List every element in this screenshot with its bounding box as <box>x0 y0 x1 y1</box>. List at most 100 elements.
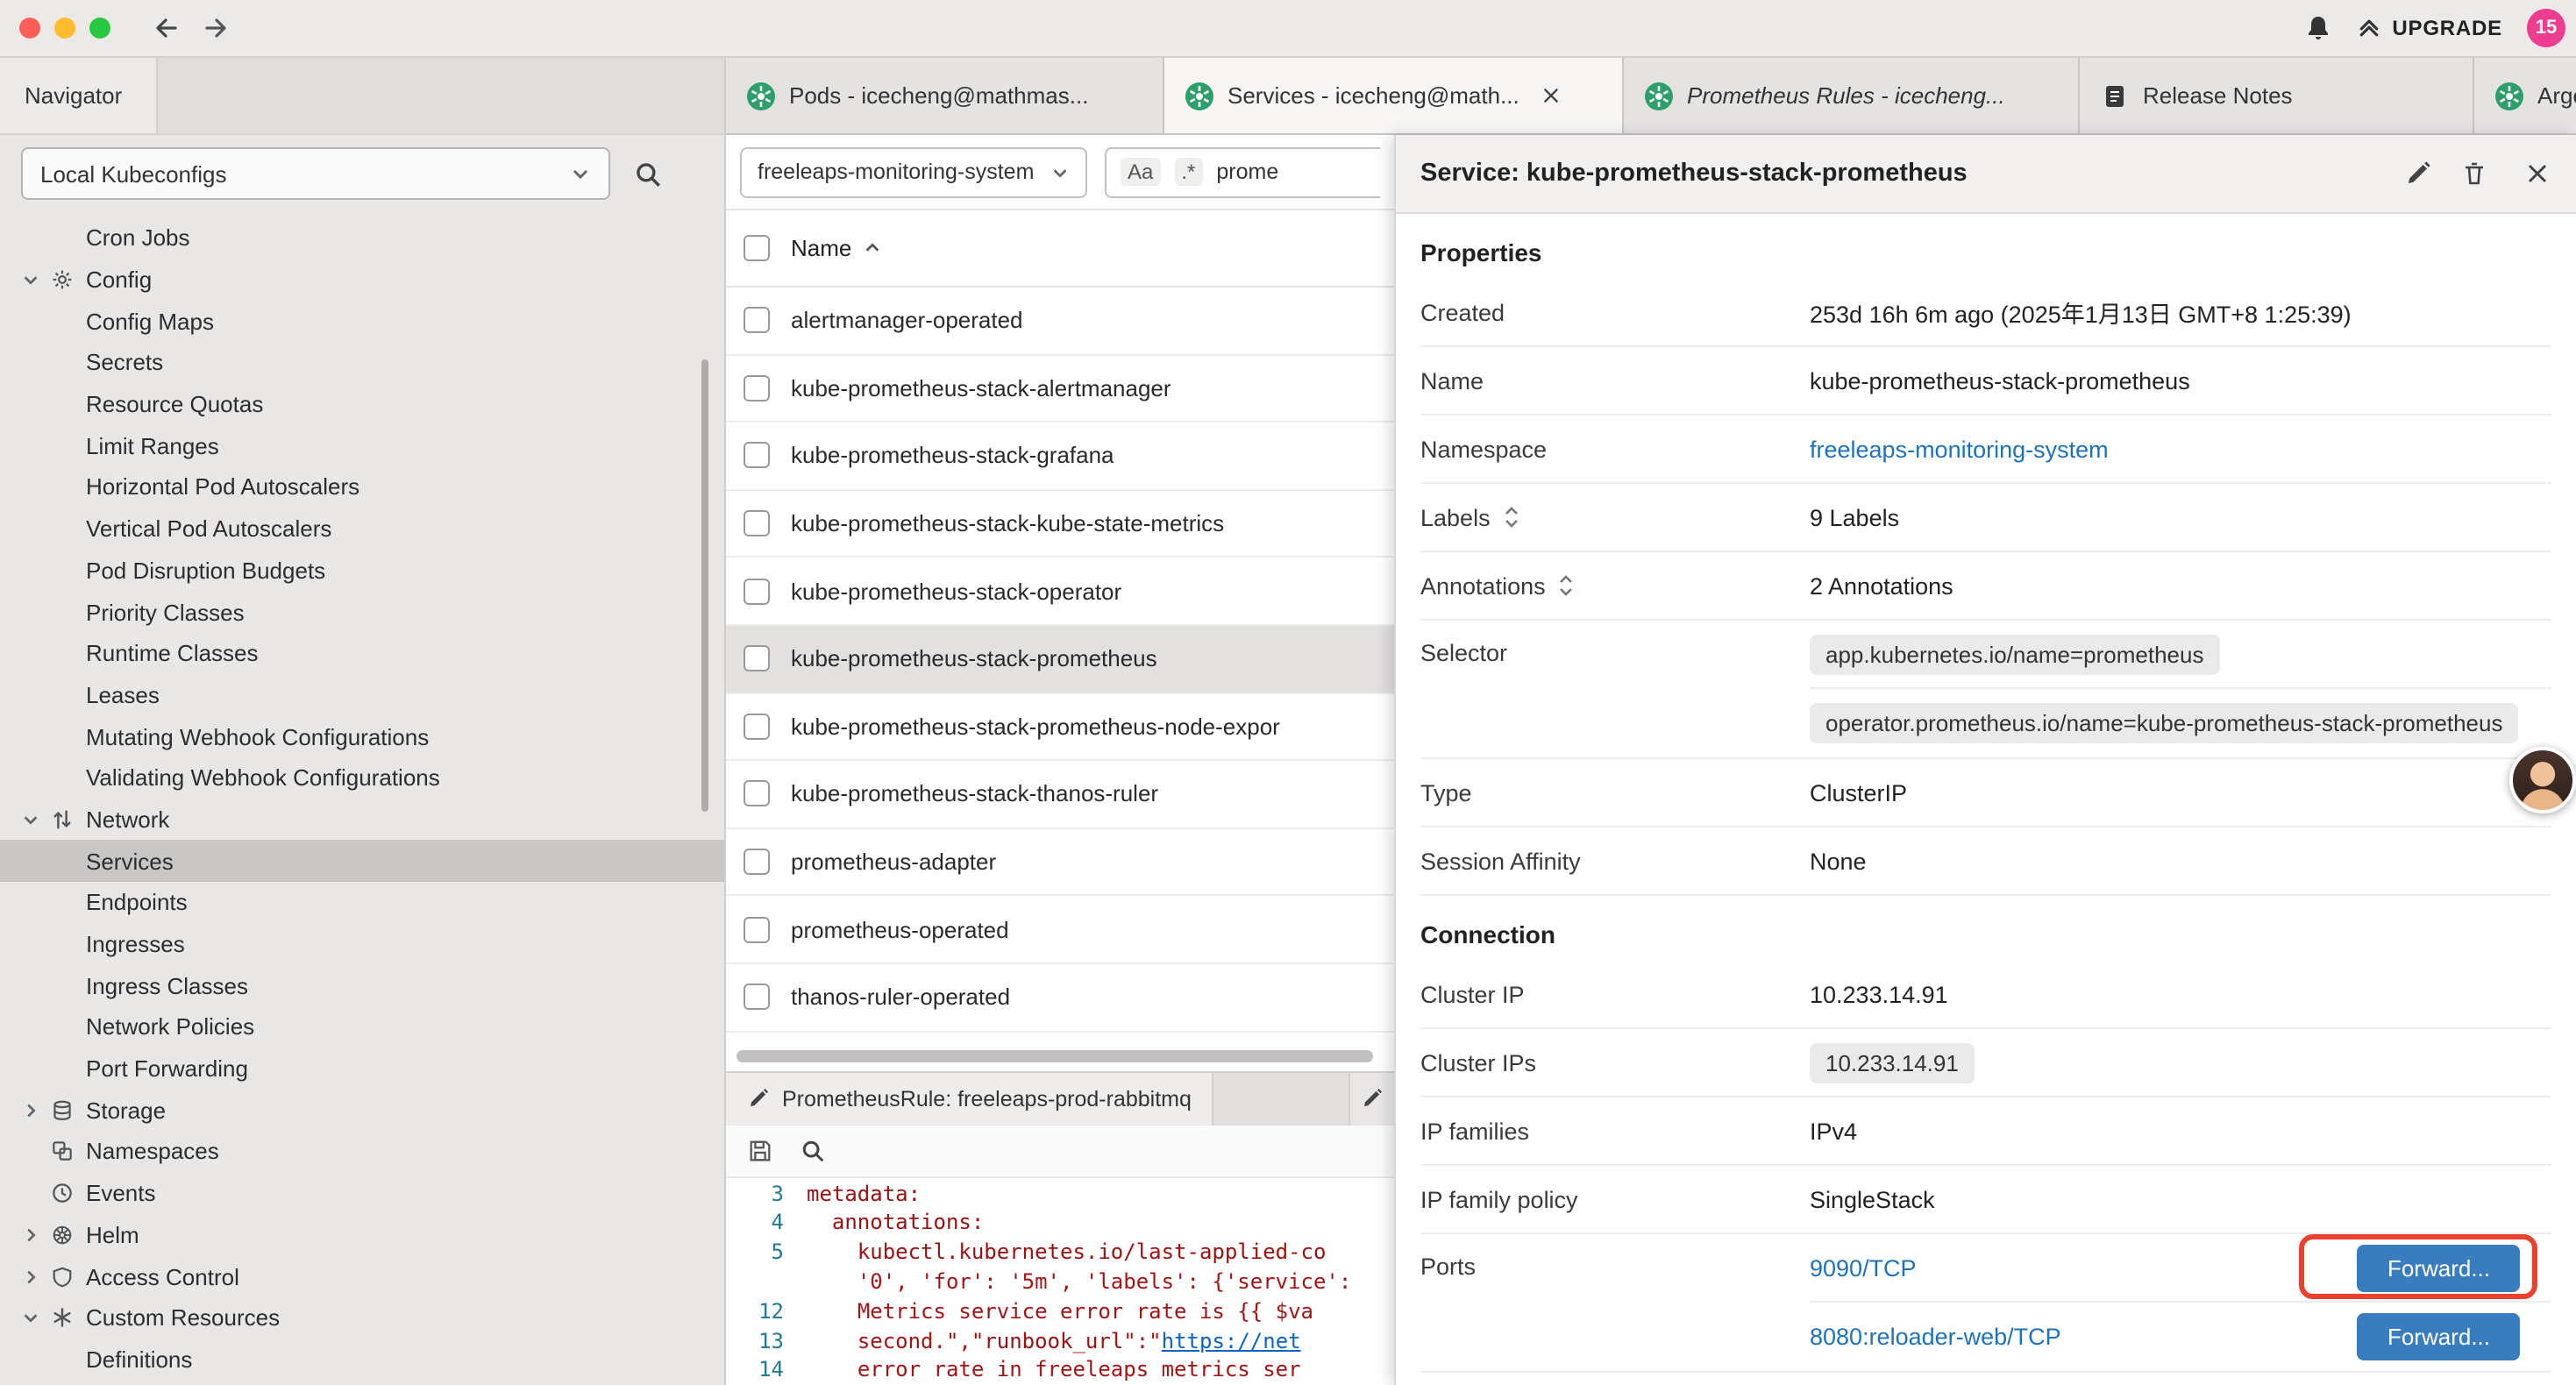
table-row[interactable]: kube-prometheus-stack-prometheus <box>726 626 1394 693</box>
namespace-link[interactable]: freeleaps-monitoring-system <box>1810 436 2109 462</box>
chevron-down-icon[interactable] <box>21 269 51 290</box>
forward-button[interactable]: Forward... <box>2358 1244 2520 1291</box>
forward-button[interactable]: Forward... <box>2358 1313 2520 1360</box>
table-row[interactable]: alertmanager-operated <box>726 288 1394 355</box>
row-checkbox[interactable] <box>744 916 770 942</box>
sidebar-item-definitions[interactable]: Definitions <box>0 1339 724 1380</box>
sidebar-item-leases[interactable]: Leases <box>0 674 724 715</box>
row-checkbox[interactable] <box>744 714 770 740</box>
tab-services-icecheng-math[interactable]: Services - icecheng@math... <box>1164 58 1624 133</box>
chevron-right-icon[interactable] <box>21 1100 51 1121</box>
table-row[interactable]: kube-prometheus-stack-alertmanager <box>726 355 1394 423</box>
row-checkbox[interactable] <box>744 781 770 807</box>
tab-prometheus-rules-icecheng[interactable]: Prometheus Rules - icecheng... <box>1624 58 2080 133</box>
kubeconfig-selector[interactable]: Local Kubeconfigs <box>21 147 610 200</box>
sidebar-item-config[interactable]: Config <box>0 259 724 300</box>
dock-tab-prometheusrule[interactable]: PrometheusRule: freeleaps-prod-rabbitmq <box>726 1072 1214 1125</box>
table-row[interactable]: kube-prometheus-stack-thanos-ruler <box>726 761 1394 828</box>
navigator-tab[interactable]: Navigator <box>0 58 158 133</box>
close-detail-button[interactable] <box>2523 160 2551 188</box>
minimize-window-button[interactable] <box>54 18 75 39</box>
table-row[interactable]: kube-prometheus-stack-operator <box>726 558 1394 626</box>
port-link[interactable]: 8080:reloader-web/TCP <box>1810 1324 2061 1350</box>
horizontal-scrollbar-thumb[interactable] <box>737 1049 1373 1062</box>
tab-pods-icecheng-mathmas[interactable]: Pods - icecheng@mathmas... <box>726 58 1164 133</box>
port-link[interactable]: 9090/TCP <box>1810 1254 1917 1281</box>
yaml-editor[interactable]: 3metadata:4 annotations:5 kubectl.kubern… <box>726 1177 1394 1385</box>
sidebar-item-horizontal-pod-autoscalers[interactable]: Horizontal Pod Autoscalers <box>0 466 724 508</box>
user-avatar[interactable] <box>2509 747 2576 813</box>
tab-release-notes[interactable]: Release Notes <box>2080 58 2474 133</box>
editor-toolbar <box>726 1125 1394 1177</box>
editor-search-icon[interactable] <box>800 1137 826 1163</box>
sidebar-item-custom-resources[interactable]: Custom Resources <box>0 1297 724 1339</box>
sidebar-item-access-control[interactable]: Access Control <box>0 1255 724 1296</box>
sidebar-item-config-maps[interactable]: Config Maps <box>0 301 724 342</box>
sidebar-item-mutating-webhook-configurations[interactable]: Mutating Webhook Configurations <box>0 716 724 757</box>
close-window-button[interactable] <box>19 18 40 39</box>
row-checkbox[interactable] <box>744 510 770 536</box>
sidebar-item-storage[interactable]: Storage <box>0 1090 724 1131</box>
row-checkbox[interactable] <box>744 443 770 469</box>
sidebar-item-namespaces[interactable]: Namespaces <box>0 1131 724 1172</box>
sidebar-item-endpoints[interactable]: Endpoints <box>0 882 724 923</box>
namespace-filter-select[interactable]: freeleaps-monitoring-system <box>740 146 1087 197</box>
upgrade-button[interactable]: UPGRADE <box>2357 16 2502 40</box>
search-icon[interactable] <box>633 159 663 188</box>
forward-nav-button[interactable] <box>202 14 230 42</box>
sidebar-item-runtime-classes[interactable]: Runtime Classes <box>0 633 724 674</box>
table-row[interactable]: thanos-ruler-operated <box>726 964 1394 1032</box>
tab-label: Argo S <box>2537 82 2576 109</box>
sidebar-item-port-forwarding[interactable]: Port Forwarding <box>0 1048 724 1090</box>
match-case-toggle[interactable]: Aa <box>1121 158 1160 186</box>
sidebar-item-events[interactable]: Events <box>0 1173 724 1214</box>
table-row[interactable]: prometheus-adapter <box>726 829 1394 897</box>
sidebar-item-pod-disruption-budgets[interactable]: Pod Disruption Budgets <box>0 550 724 591</box>
delete-service-button[interactable] <box>2460 160 2488 188</box>
dock-tab-next[interactable] <box>1348 1072 1394 1125</box>
row-checkbox[interactable] <box>744 375 770 401</box>
table-row[interactable]: kube-prometheus-stack-grafana <box>726 423 1394 490</box>
sidebar-item-services[interactable]: Services <box>0 841 724 882</box>
sidebar-item-network-policies[interactable]: Network Policies <box>0 1006 724 1048</box>
sidebar-item-network[interactable]: Network <box>0 799 724 840</box>
sidebar-item-ingresses[interactable]: Ingresses <box>0 923 724 964</box>
select-all-checkbox[interactable] <box>744 235 770 261</box>
sidebar-item-helm[interactable]: Helm <box>0 1214 724 1255</box>
maximize-window-button[interactable] <box>89 18 110 39</box>
save-icon[interactable] <box>747 1137 773 1163</box>
table-row[interactable]: kube-prometheus-stack-kube-state-metrics <box>726 491 1394 558</box>
name-column-header[interactable]: Name <box>791 235 881 261</box>
sidebar-item-secrets[interactable]: Secrets <box>0 342 724 383</box>
chevron-right-icon[interactable] <box>21 1225 51 1246</box>
search-input[interactable]: Aa .* prome <box>1105 146 1380 197</box>
edit-service-button[interactable] <box>2404 160 2432 188</box>
sidebar-item-ingress-classes[interactable]: Ingress Classes <box>0 965 724 1006</box>
row-checkbox[interactable] <box>744 578 770 604</box>
regex-toggle[interactable]: .* <box>1174 158 1202 186</box>
chevron-down-icon[interactable] <box>21 809 51 830</box>
sidebar-item-limit-ranges[interactable]: Limit Ranges <box>0 425 724 466</box>
sidebar-item-resource-quotas[interactable]: Resource Quotas <box>0 384 724 425</box>
tab-argo-s[interactable]: Argo S <box>2474 58 2576 133</box>
row-checkbox[interactable] <box>744 849 770 875</box>
chevron-down-icon[interactable] <box>21 1307 51 1328</box>
sidebar-item-cron-jobs[interactable]: Cron Jobs <box>0 217 724 259</box>
notifications-bell-icon[interactable] <box>2304 14 2332 42</box>
row-checkbox[interactable] <box>744 646 770 672</box>
table-row[interactable]: prometheus-operated <box>726 897 1394 964</box>
sidebar-item-priority-classes[interactable]: Priority Classes <box>0 591 724 632</box>
back-button[interactable] <box>153 14 181 42</box>
service-name: alertmanager-operated <box>791 308 1023 334</box>
detail-value: 2 Annotations <box>1810 572 2551 599</box>
sidebar-item-vertical-pod-autoscalers[interactable]: Vertical Pod Autoscalers <box>0 508 724 550</box>
sidebar-item-validating-webhook-configurations[interactable]: Validating Webhook Configurations <box>0 757 724 799</box>
row-checkbox[interactable] <box>744 984 770 1010</box>
sidebar-item-label: Priority Classes <box>86 599 245 625</box>
sidebar-scrollbar[interactable] <box>701 359 708 812</box>
row-checkbox[interactable] <box>744 308 770 334</box>
table-row[interactable]: kube-prometheus-stack-prometheus-node-ex… <box>726 693 1394 761</box>
chevron-right-icon[interactable] <box>21 1266 51 1287</box>
detail-value: freeleaps-monitoring-system <box>1810 436 2551 462</box>
notification-count-badge[interactable]: 15 <box>2527 9 2565 47</box>
